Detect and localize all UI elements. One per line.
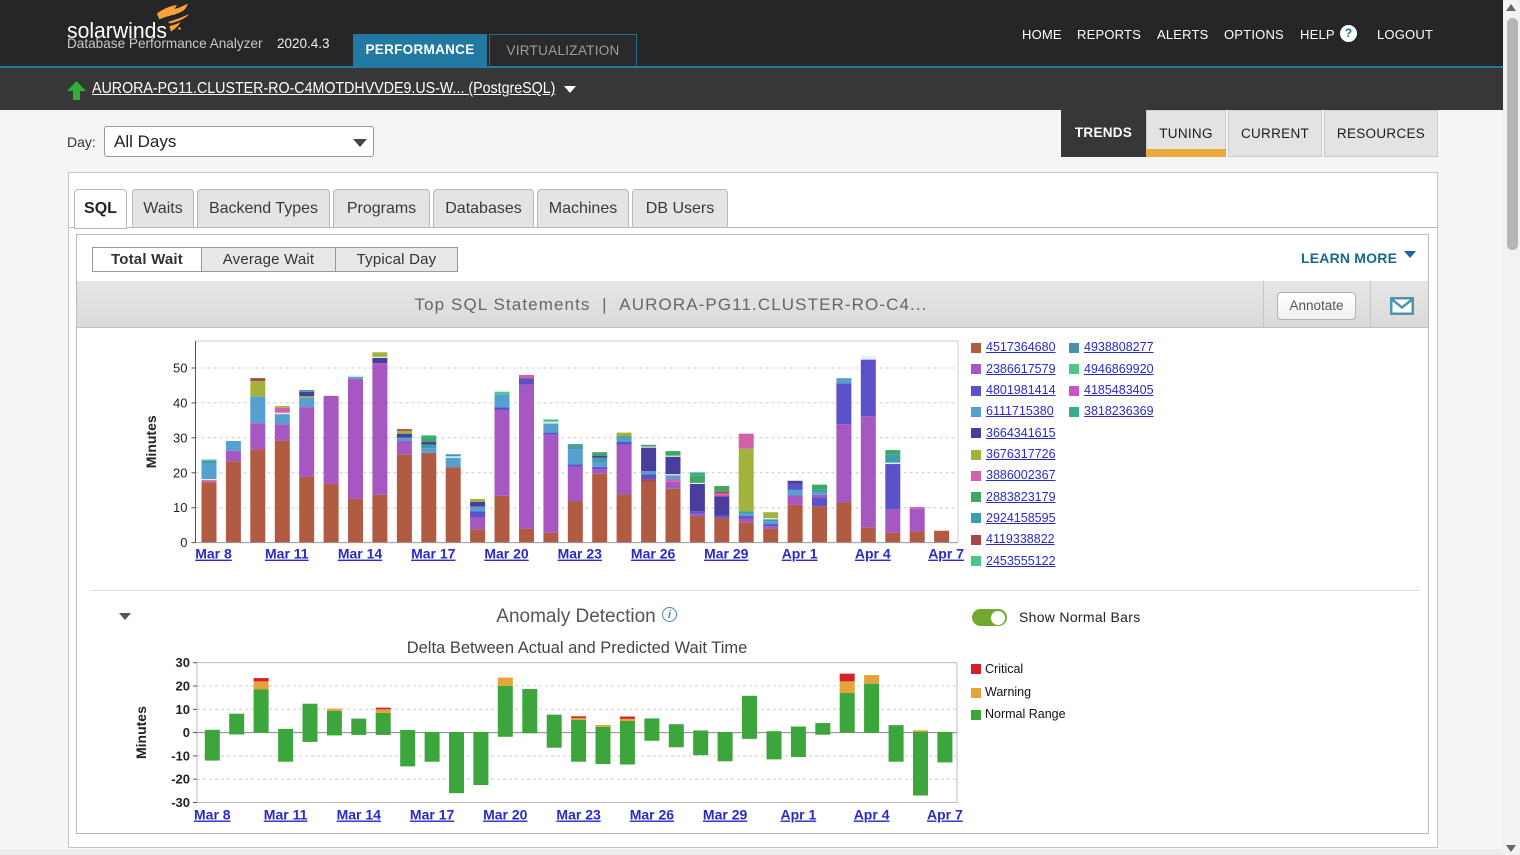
svg-text:Apr 4: Apr 4: [854, 807, 890, 823]
svg-text:Mar 14: Mar 14: [338, 546, 383, 562]
svg-text:Mar 8: Mar 8: [194, 807, 231, 823]
svg-text:Apr 7: Apr 7: [928, 546, 964, 562]
svg-text:Apr 1: Apr 1: [781, 807, 817, 823]
svg-text:0: 0: [180, 535, 187, 550]
svg-text:Mar 14: Mar 14: [337, 807, 382, 823]
svg-text:30: 30: [176, 655, 190, 670]
svg-text:Apr 1: Apr 1: [782, 546, 818, 562]
svg-text:0: 0: [183, 725, 190, 740]
svg-text:Minutes: Minutes: [133, 706, 149, 759]
svg-text:Mar 20: Mar 20: [484, 546, 529, 562]
svg-text:20: 20: [173, 465, 187, 480]
svg-text:Mar 26: Mar 26: [630, 807, 675, 823]
svg-text:Mar 8: Mar 8: [195, 546, 232, 562]
svg-text:Minutes: Minutes: [143, 415, 159, 468]
svg-text:10: 10: [176, 702, 190, 717]
svg-text:Mar 23: Mar 23: [558, 546, 603, 562]
svg-text:Mar 23: Mar 23: [556, 807, 601, 823]
svg-text:Mar 20: Mar 20: [483, 807, 528, 823]
svg-text:-10: -10: [171, 748, 190, 763]
svg-text:Mar 11: Mar 11: [265, 546, 309, 562]
svg-text:-20: -20: [171, 772, 190, 787]
svg-text:Mar 17: Mar 17: [410, 807, 455, 823]
svg-text:-30: -30: [171, 795, 190, 810]
svg-text:Apr 4: Apr 4: [855, 546, 891, 562]
svg-text:50: 50: [173, 361, 187, 376]
svg-text:30: 30: [173, 430, 187, 445]
svg-text:10: 10: [173, 500, 187, 515]
svg-text:20: 20: [176, 679, 190, 694]
svg-text:Mar 11: Mar 11: [264, 807, 308, 823]
svg-text:40: 40: [173, 395, 187, 410]
svg-text:Mar 17: Mar 17: [411, 546, 456, 562]
svg-text:Mar 29: Mar 29: [704, 546, 749, 562]
svg-text:Mar 29: Mar 29: [703, 807, 748, 823]
svg-text:Mar 26: Mar 26: [631, 546, 676, 562]
svg-text:Apr 7: Apr 7: [927, 807, 963, 823]
